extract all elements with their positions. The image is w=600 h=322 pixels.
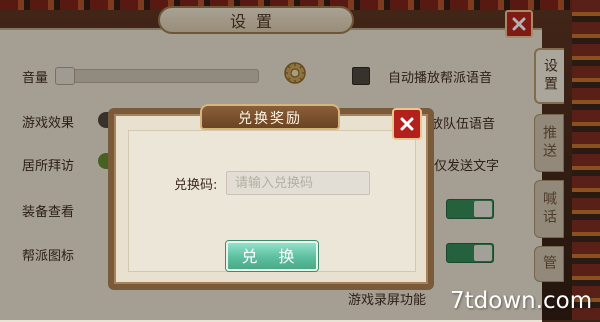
redeem-code-label: 兑换码: — [174, 178, 218, 193]
redeem-dialog-title: 兑换奖励 — [238, 111, 302, 127]
close-icon — [400, 117, 414, 131]
watermark: 7tdown.com — [450, 288, 593, 314]
redeem-code-input[interactable] — [226, 171, 370, 195]
redeem-button[interactable]: 兑 换 — [226, 241, 318, 271]
dialog-close-button[interactable] — [392, 108, 422, 140]
